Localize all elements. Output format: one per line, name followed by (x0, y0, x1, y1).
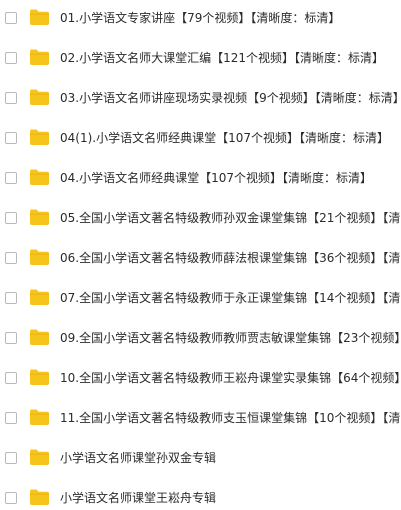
file-row[interactable]: 06.全国小学语文著名特级教师薛法根课堂集锦【36个视频】【清 (0, 244, 401, 274)
folder-icon (29, 408, 50, 426)
file-name: 09.全国小学语文著名特级教师教师贾志敏课堂集锦【23个视频】 (60, 331, 401, 345)
file-row[interactable]: 07.全国小学语文著名特级教师于永正课堂集锦【14个视频】【清 (0, 284, 401, 314)
file-row[interactable]: 01.小学语文专家讲座【79个视频】【清晰度：标清】 (0, 4, 401, 34)
row-checkbox[interactable] (5, 212, 17, 224)
folder-icon (29, 168, 50, 186)
folder-icon (29, 8, 50, 26)
file-row[interactable]: 04(1).小学语文名师经典课堂【107个视频】【清晰度：标清】 (0, 124, 401, 154)
folder-icon (29, 88, 50, 106)
folder-icon (29, 288, 50, 306)
file-row[interactable]: 小学语文名师课堂孙双金专辑 (0, 444, 401, 474)
row-checkbox[interactable] (5, 52, 17, 64)
file-name: 01.小学语文专家讲座【79个视频】【清晰度：标清】 (60, 11, 341, 25)
row-checkbox[interactable] (5, 92, 17, 104)
file-name: 07.全国小学语文著名特级教师于永正课堂集锦【14个视频】【清 (60, 291, 401, 305)
folder-icon (29, 208, 50, 226)
row-checkbox[interactable] (5, 412, 17, 424)
file-row[interactable]: 04.小学语文名师经典课堂【107个视频】【清晰度：标清】 (0, 164, 401, 194)
file-row[interactable]: 05.全国小学语文著名特级教师孙双金课堂集锦【21个视频】【清 (0, 204, 401, 234)
file-name: 小学语文名师课堂孙双金专辑 (60, 451, 217, 465)
file-name: 11.全国小学语文著名特级教师支玉恒课堂集锦【10个视频】【清 (60, 411, 401, 425)
folder-icon (29, 488, 50, 506)
row-checkbox[interactable] (5, 452, 17, 464)
file-name: 05.全国小学语文著名特级教师孙双金课堂集锦【21个视频】【清 (60, 211, 401, 225)
file-name: 02.小学语文名师大课堂汇编【121个视频】【清晰度：标清】 (60, 51, 384, 65)
row-checkbox[interactable] (5, 492, 17, 504)
file-row[interactable]: 10.全国小学语文著名特级教师王崧舟课堂实录集锦【64个视频】 (0, 364, 401, 394)
file-row[interactable]: 09.全国小学语文著名特级教师教师贾志敏课堂集锦【23个视频】 (0, 324, 401, 354)
file-name: 小学语文名师课堂王崧舟专辑 (60, 491, 217, 505)
file-name: 10.全国小学语文著名特级教师王崧舟课堂实录集锦【64个视频】 (60, 371, 401, 385)
row-checkbox[interactable] (5, 132, 17, 144)
row-checkbox[interactable] (5, 252, 17, 264)
file-row[interactable]: 小学语文名师课堂王崧舟专辑 (0, 484, 401, 510)
folder-icon (29, 128, 50, 146)
folder-icon (29, 448, 50, 466)
folder-icon (29, 48, 50, 66)
file-list: 01.小学语文专家讲座【79个视频】【清晰度：标清】 02.小学语文名师大课堂汇编… (0, 0, 401, 510)
file-name: 04.小学语文名师经典课堂【107个视频】【清晰度：标清】 (60, 171, 372, 185)
folder-icon (29, 368, 50, 386)
file-row[interactable]: 11.全国小学语文著名特级教师支玉恒课堂集锦【10个视频】【清 (0, 404, 401, 434)
file-row[interactable]: 02.小学语文名师大课堂汇编【121个视频】【清晰度：标清】 (0, 44, 401, 74)
file-name: 06.全国小学语文著名特级教师薛法根课堂集锦【36个视频】【清 (60, 251, 401, 265)
row-checkbox[interactable] (5, 12, 17, 24)
folder-icon (29, 328, 50, 346)
row-checkbox[interactable] (5, 332, 17, 344)
row-checkbox[interactable] (5, 372, 17, 384)
file-name: 04(1).小学语文名师经典课堂【107个视频】【清晰度：标清】 (60, 131, 389, 145)
row-checkbox[interactable] (5, 292, 17, 304)
file-name: 03.小学语文名师讲座现场实录视频【9个视频】【清晰度：标清】 (60, 91, 401, 105)
file-row[interactable]: 03.小学语文名师讲座现场实录视频【9个视频】【清晰度：标清】 (0, 84, 401, 114)
row-checkbox[interactable] (5, 172, 17, 184)
folder-icon (29, 248, 50, 266)
